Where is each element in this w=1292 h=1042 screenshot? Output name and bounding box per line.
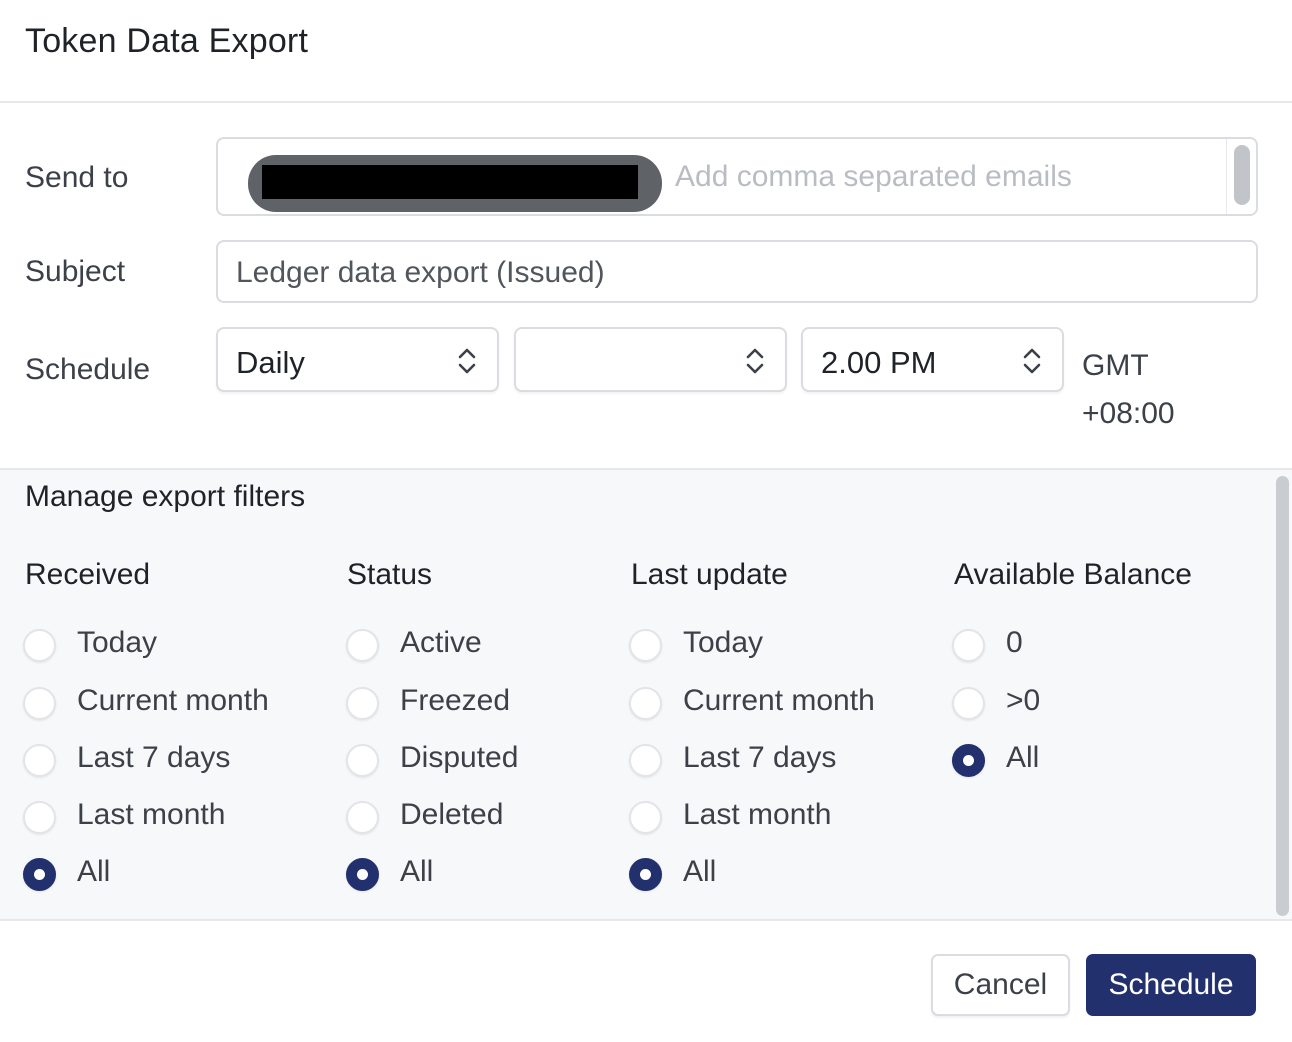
radio-label: Current month bbox=[77, 684, 269, 717]
filters-scrollbar[interactable] bbox=[1276, 476, 1289, 916]
filter-heading-available-balance: Available Balance bbox=[954, 558, 1192, 591]
timezone-label: GMT +08:00 bbox=[1082, 342, 1212, 438]
radio-label: All bbox=[1006, 741, 1040, 774]
filter-heading-last-update: Last update bbox=[631, 558, 788, 591]
radio-label: All bbox=[683, 855, 717, 888]
dialog-title: Token Data Export bbox=[25, 22, 309, 60]
radio-label: 0 bbox=[1006, 626, 1023, 659]
send-to-scroll-divider bbox=[1226, 139, 1227, 214]
radio-label: Last month bbox=[683, 798, 832, 831]
radio-label: Last month bbox=[77, 798, 226, 831]
radio-label: >0 bbox=[1006, 684, 1041, 717]
send-to-placeholder: Add comma separated emails bbox=[675, 160, 1072, 193]
radio-button[interactable] bbox=[23, 801, 56, 834]
radio-label: Last 7 days bbox=[77, 741, 231, 774]
timezone-offset: +08:00 bbox=[1082, 397, 1175, 430]
export-filters-panel: Manage export filters Received Status La… bbox=[0, 468, 1292, 921]
radio-label: Today bbox=[77, 626, 158, 659]
radio-button[interactable] bbox=[346, 744, 379, 777]
filter-heading-received: Received bbox=[25, 558, 151, 591]
radio-label: Current month bbox=[683, 684, 875, 717]
radio-button[interactable] bbox=[629, 801, 662, 834]
radio-button[interactable] bbox=[23, 744, 56, 777]
schedule-label: Schedule bbox=[25, 353, 151, 386]
frequency-select[interactable]: Daily bbox=[216, 327, 499, 392]
radio-button-selected[interactable] bbox=[952, 744, 985, 777]
radio-button[interactable] bbox=[23, 687, 56, 720]
day-select[interactable] bbox=[514, 327, 787, 392]
frequency-value: Daily bbox=[236, 345, 305, 380]
redacted-email bbox=[262, 165, 638, 199]
subject-label: Subject bbox=[25, 255, 126, 288]
radio-label: Today bbox=[683, 626, 764, 659]
radio-button-selected[interactable] bbox=[23, 858, 56, 891]
radio-button[interactable] bbox=[629, 744, 662, 777]
radio-button-selected[interactable] bbox=[346, 858, 379, 891]
radio-button[interactable] bbox=[629, 629, 662, 662]
schedule-button[interactable]: Schedule bbox=[1086, 954, 1256, 1016]
time-select[interactable]: 2.00 PM bbox=[801, 327, 1064, 392]
timezone-name: GMT bbox=[1082, 349, 1149, 382]
chevron-updown-icon bbox=[1023, 348, 1041, 374]
radio-label: Last 7 days bbox=[683, 741, 837, 774]
radio-label: All bbox=[77, 855, 111, 888]
filter-heading-status: Status bbox=[347, 558, 433, 591]
radio-button[interactable] bbox=[346, 629, 379, 662]
chevron-updown-icon bbox=[746, 348, 764, 374]
send-to-label: Send to bbox=[25, 161, 129, 194]
radio-label: Deleted bbox=[400, 798, 504, 831]
email-chip[interactable] bbox=[248, 155, 662, 212]
send-to-scrollbar[interactable] bbox=[1234, 145, 1250, 205]
time-value: 2.00 PM bbox=[821, 345, 937, 380]
radio-label: Freezed bbox=[400, 684, 511, 717]
filters-title: Manage export filters bbox=[25, 480, 306, 513]
radio-button[interactable] bbox=[629, 687, 662, 720]
radio-button[interactable] bbox=[952, 629, 985, 662]
dialog-header: Token Data Export bbox=[0, 0, 1292, 103]
radio-label: All bbox=[400, 855, 434, 888]
radio-button[interactable] bbox=[346, 801, 379, 834]
subject-value: Ledger data export (Issued) bbox=[236, 256, 605, 289]
radio-button[interactable] bbox=[346, 687, 379, 720]
radio-button[interactable] bbox=[23, 629, 56, 662]
radio-button-selected[interactable] bbox=[629, 858, 662, 891]
chevron-updown-icon bbox=[458, 348, 476, 374]
cancel-button[interactable]: Cancel bbox=[931, 954, 1070, 1016]
radio-button[interactable] bbox=[952, 687, 985, 720]
radio-label: Disputed bbox=[400, 741, 519, 774]
radio-label: Active bbox=[400, 626, 482, 659]
